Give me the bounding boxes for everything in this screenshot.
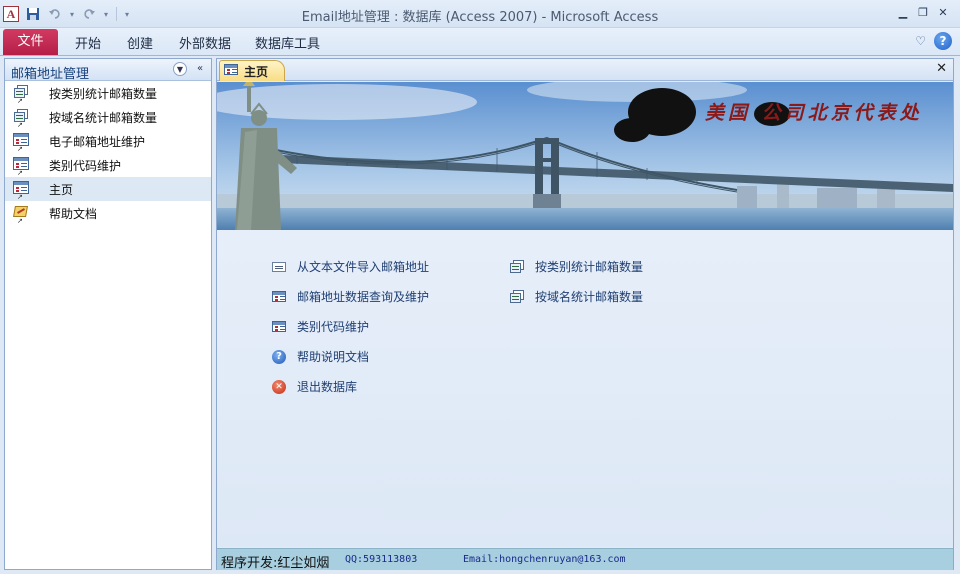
nav-item-category-code[interactable]: ↗ 类别代码维护 bbox=[5, 153, 211, 177]
document-area: 主页 ✕ 美国 公司北京代表处 从文本文件导入邮箱地址 邮箱地址数据查询及维护 … bbox=[216, 58, 954, 571]
tab-home[interactable]: 开始 bbox=[75, 33, 101, 52]
form-footer: 程序开发:红尘如烟 QQ:593113803 Email:hongchenruy… bbox=[217, 548, 953, 571]
nav-item-email-maintenance[interactable]: ↗ 电子邮箱地址维护 bbox=[5, 129, 211, 153]
nav-item-category-stats[interactable]: ↗ 按类别统计邮箱数量 bbox=[5, 81, 211, 105]
switchboard-content: 从文本文件导入邮箱地址 邮箱地址数据查询及维护 类别代码维护 ? 帮助说明文档 … bbox=[217, 230, 953, 547]
form-icon bbox=[224, 64, 238, 78]
help-icon[interactable]: ? bbox=[934, 32, 952, 50]
nav-item-label: 主页 bbox=[49, 182, 74, 197]
help-icon: ? bbox=[271, 349, 287, 364]
document-tab-label: 主页 bbox=[244, 64, 269, 79]
restore-icon[interactable]: ❐ bbox=[916, 7, 930, 19]
link-label: 按域名统计邮箱数量 bbox=[535, 290, 644, 304]
exit-icon: ✕ bbox=[271, 379, 287, 394]
close-icon[interactable]: ✕ bbox=[936, 7, 950, 19]
link-email-query[interactable]: 邮箱地址数据查询及维护 bbox=[271, 288, 429, 305]
tab-file[interactable]: 文件 bbox=[3, 29, 58, 55]
nav-item-domain-stats[interactable]: ↗ 按域名统计邮箱数量 bbox=[5, 105, 211, 129]
nav-item-label: 帮助文档 bbox=[49, 206, 98, 221]
nav-title[interactable]: 邮箱地址管理 bbox=[11, 63, 89, 82]
nav-item-help-doc[interactable]: ↗ 帮助文档 bbox=[5, 201, 211, 225]
link-import-text[interactable]: 从文本文件导入邮箱地址 bbox=[271, 258, 429, 275]
banner-image: 美国 公司北京代表处 bbox=[217, 82, 953, 230]
collapse-pane-icon[interactable]: « bbox=[193, 62, 207, 76]
form-icon bbox=[271, 290, 287, 304]
report-icon bbox=[509, 289, 525, 304]
report-icon: ↗ bbox=[13, 85, 33, 105]
text-import-icon bbox=[271, 260, 287, 274]
form-icon: ↗ bbox=[13, 157, 33, 177]
title-bar: A ▾ ▾ ▾ Email地址管理 : 数据库 (Access 2007) - … bbox=[0, 0, 960, 28]
email-contact: Email:hongchenruyan@163.com bbox=[463, 554, 626, 565]
nav-header: 邮箱地址管理 ▼ « bbox=[5, 59, 211, 82]
document-tab-bar: 主页 ✕ bbox=[217, 59, 953, 81]
nav-item-label: 类别代码维护 bbox=[49, 158, 122, 173]
ribbon-tabs: 文件 开始 创建 外部数据 数据库工具 ♡ ? bbox=[0, 28, 960, 56]
developer-credit: 程序开发:红尘如烟 bbox=[221, 556, 330, 571]
tab-database-tools[interactable]: 数据库工具 bbox=[255, 33, 320, 52]
close-document-icon[interactable]: ✕ bbox=[936, 61, 947, 76]
link-label: 邮箱地址数据查询及维护 bbox=[297, 290, 430, 304]
report-icon: ↗ bbox=[13, 109, 33, 129]
macro-icon: ↗ bbox=[13, 205, 33, 225]
nav-item-label: 电子邮箱地址维护 bbox=[49, 134, 146, 149]
link-category-stats[interactable]: 按类别统计邮箱数量 bbox=[509, 258, 643, 275]
link-domain-stats[interactable]: 按域名统计邮箱数量 bbox=[509, 288, 643, 305]
form-icon: ↗ bbox=[13, 181, 33, 201]
link-label: 从文本文件导入邮箱地址 bbox=[297, 260, 430, 274]
link-label: 帮助说明文档 bbox=[297, 350, 370, 364]
tab-home-document[interactable]: 主页 bbox=[219, 60, 285, 81]
link-help-doc[interactable]: ? 帮助说明文档 bbox=[271, 348, 369, 365]
minimize-icon[interactable]: ▁ bbox=[896, 7, 910, 19]
link-label: 类别代码维护 bbox=[297, 320, 370, 334]
window-title: Email地址管理 : 数据库 (Access 2007) - Microsof… bbox=[301, 10, 659, 25]
navigation-pane: 邮箱地址管理 ▼ « ↗ 按类别统计邮箱数量 ↗ 按域名统计邮箱数量 ↗ 电子邮… bbox=[4, 58, 212, 570]
report-icon bbox=[509, 259, 525, 274]
nav-item-label: 按类别统计邮箱数量 bbox=[49, 86, 158, 101]
link-category-code[interactable]: 类别代码维护 bbox=[271, 318, 369, 335]
minimize-ribbon-icon[interactable]: ♡ bbox=[915, 34, 926, 48]
tab-create[interactable]: 创建 bbox=[127, 33, 153, 52]
qq-contact: QQ:593113803 bbox=[345, 554, 418, 565]
tab-external-data[interactable]: 外部数据 bbox=[179, 33, 231, 52]
form-icon: ↗ bbox=[13, 133, 33, 153]
ribbon-right-controls: ♡ ? bbox=[915, 32, 952, 50]
nav-item-home[interactable]: ↗ 主页 bbox=[5, 177, 211, 201]
form-icon bbox=[271, 320, 287, 334]
banner-title: 美国 公司北京代表处 bbox=[705, 102, 923, 124]
window-controls: ▁ ❐ ✕ bbox=[896, 7, 950, 19]
nav-dropdown-icon[interactable]: ▼ bbox=[173, 62, 187, 76]
link-exit-database[interactable]: ✕ 退出数据库 bbox=[271, 378, 357, 395]
nav-item-label: 按域名统计邮箱数量 bbox=[49, 110, 158, 125]
link-label: 按类别统计邮箱数量 bbox=[535, 260, 644, 274]
link-label: 退出数据库 bbox=[297, 380, 358, 394]
nav-controls: ▼ « bbox=[173, 62, 207, 76]
